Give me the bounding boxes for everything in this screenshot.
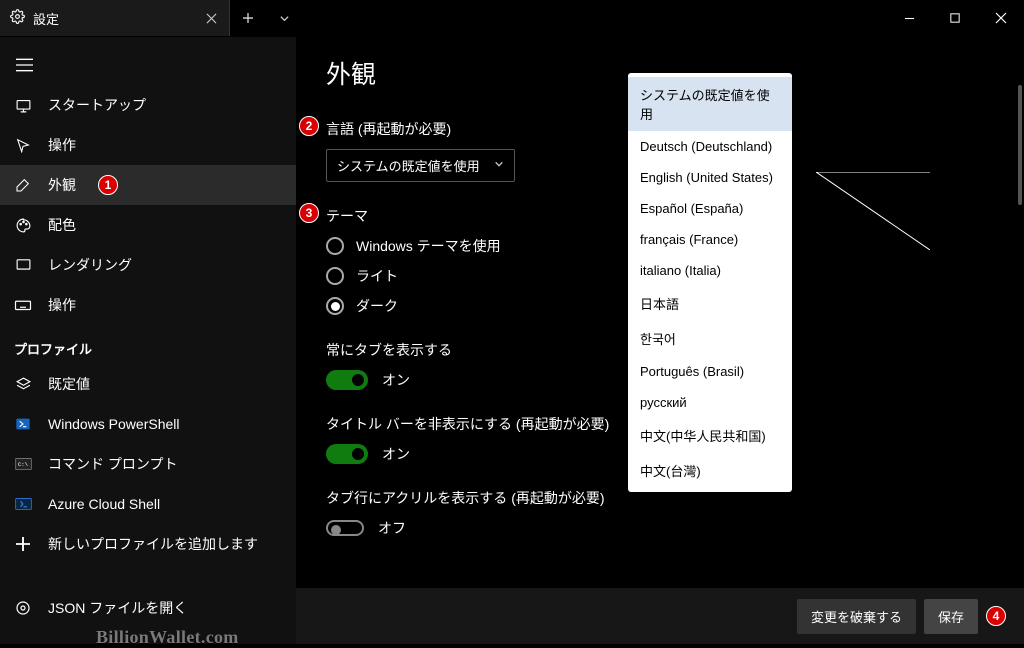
always-show-tabs-toggle[interactable] [326,370,368,390]
sidebar-item-label: 操作 [48,295,76,315]
cursor-icon [14,137,32,153]
palette-icon [14,217,32,234]
startup-icon [14,97,32,114]
tab-dropdown-button[interactable] [266,0,302,36]
sidebar-item-label: 外観 [48,175,76,195]
language-dropdown-menu: システムの既定値を使用 Deutsch (Deutschland) Englis… [628,73,792,492]
watermark-text: BillionWallet.com [96,627,239,648]
toggle-state: オフ [378,518,406,538]
sidebar-item-powershell[interactable]: Windows PowerShell [0,404,296,444]
sidebar-item-label: JSON ファイルを開く [48,598,187,618]
dropdown-option[interactable]: français (France) [628,224,792,255]
new-tab-button[interactable] [230,0,266,36]
toggle-state: オン [382,370,410,390]
brush-icon [14,177,32,193]
sidebar-item-appearance[interactable]: 外観 1 [0,165,296,205]
dropdown-option[interactable]: 中文(台灣) [628,453,792,488]
window-close-button[interactable] [978,0,1024,36]
dropdown-option[interactable]: русский [628,387,792,418]
hide-titlebar-toggle[interactable] [326,444,368,464]
minimize-button[interactable] [886,0,932,36]
sidebar-item-colors[interactable]: 配色 [0,205,296,245]
radio-label: ダーク [356,296,398,316]
sidebar-item-add-profile[interactable]: 新しいプロファイルを追加します [0,524,296,564]
dropdown-option[interactable]: Deutsch (Deutschland) [628,131,792,162]
plus-icon [14,537,32,551]
sidebar-item-label: コマンド プロンプト [48,454,177,474]
sidebar-item-label: スタートアップ [48,95,146,115]
sidebar-item-label: レンダリング [48,255,132,275]
window-tab-settings[interactable]: 設定 [0,0,230,36]
window-titlebar: 設定 [0,0,1024,37]
azure-icon [14,497,32,511]
dropdown-option[interactable]: 日本語 [628,286,792,321]
sidebar-item-azure[interactable]: Azure Cloud Shell [0,484,296,524]
dropdown-option[interactable]: Español (España) [628,193,792,224]
sidebar-item-label: Windows PowerShell [48,416,180,432]
radio-icon [326,237,344,255]
content-scrollbar[interactable] [1018,85,1022,586]
svg-text:C:\: C:\ [17,461,28,468]
scrollbar-thumb[interactable] [1018,85,1022,205]
sidebar-item-open-json[interactable]: JSON ファイルを開く [0,588,296,628]
titlebar-drag-area[interactable] [302,0,886,36]
sidebar: スタートアップ 操作 外観 1 配色 レンダリング 操作 プロファイル 既定値 [0,37,296,644]
bottom-action-bar: 変更を破棄する 保存 4 [296,588,1024,644]
radio-icon [326,267,344,285]
sidebar-item-label: 既定値 [48,374,90,394]
sidebar-item-rendering[interactable]: レンダリング [0,245,296,285]
radio-label: Windows テーマを使用 [356,236,501,256]
annotation-badge-4: 4 [986,606,1006,626]
discard-button[interactable]: 変更を破棄する [797,599,916,634]
hamburger-menu-button[interactable] [0,45,48,85]
sidebar-item-label: Azure Cloud Shell [48,496,160,512]
chevron-down-icon [494,159,504,172]
sidebar-item-label: 新しいプロファイルを追加します [48,534,258,554]
dropdown-option[interactable]: English (United States) [628,162,792,193]
dropdown-option[interactable]: システムの既定値を使用 [628,77,792,131]
tab-title: 設定 [33,9,195,28]
annotation-badge-3: 3 [299,203,319,223]
cmd-icon: C:\ [14,457,32,471]
layers-icon [14,376,32,393]
sidebar-item-startup[interactable]: スタートアップ [0,85,296,125]
gear-icon [10,9,25,27]
sidebar-item-defaults[interactable]: 既定値 [0,364,296,404]
sidebar-item-cmd[interactable]: C:\ コマンド プロンプト [0,444,296,484]
toggle-state: オン [382,444,410,464]
display-icon [14,257,32,274]
gear-icon [14,600,32,616]
sidebar-section-profiles: プロファイル [0,325,296,364]
dropdown-option[interactable]: italiano (Italia) [628,255,792,286]
dropdown-value: システムの既定値を使用 [337,156,480,175]
radio-icon [326,297,344,315]
sidebar-item-interaction[interactable]: 操作 [0,125,296,165]
radio-label: ライト [356,266,398,286]
sidebar-item-actions[interactable]: 操作 [0,285,296,325]
annotation-badge-1: 1 [98,175,118,195]
sidebar-item-label: 操作 [48,135,76,155]
powershell-icon [14,416,32,432]
close-tab-button[interactable] [203,10,219,26]
save-button[interactable]: 保存 [924,599,978,634]
dropdown-option[interactable]: 中文(中华人民共和国) [628,418,792,453]
maximize-button[interactable] [932,0,978,36]
keyboard-icon [14,296,32,314]
language-dropdown[interactable]: システムの既定値を使用 [326,149,515,182]
dropdown-option[interactable]: 한국어 [628,321,792,356]
acrylic-tab-toggle[interactable] [326,520,364,536]
annotation-badge-2: 2 [299,116,319,136]
dropdown-option[interactable]: Português (Brasil) [628,356,792,387]
sidebar-item-label: 配色 [48,215,76,235]
